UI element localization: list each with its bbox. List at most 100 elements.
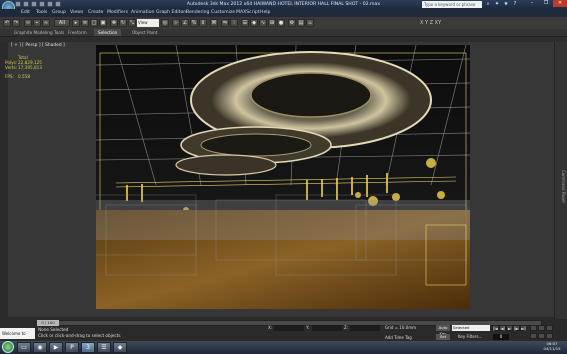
graphite-toggle-icon[interactable]: ◆: [250, 19, 258, 27]
taskbar-explorer-icon[interactable]: ☰: [97, 342, 111, 353]
clock-date: 04/11/15: [543, 345, 561, 351]
maximize-button[interactable]: ❐: [539, 0, 553, 7]
bind-space-warp-icon[interactable]: ≈: [42, 19, 50, 27]
field-of-view-icon[interactable]: [530, 333, 537, 339]
viewport-scene-render: [96, 45, 470, 309]
grid-size: Grid = 10.0mm: [385, 325, 416, 330]
schematic-view-icon[interactable]: ⊞: [268, 19, 276, 27]
render-production-icon[interactable]: ☕: [306, 19, 314, 27]
go-to-start-icon[interactable]: |◄: [492, 325, 499, 331]
menu-modifiers[interactable]: Modifiers: [107, 9, 128, 17]
curve-editor-icon[interactable]: ∿: [259, 19, 267, 27]
rectangular-selection-icon[interactable]: □: [90, 19, 98, 27]
add-time-tag[interactable]: Add Time Tag: [385, 335, 412, 340]
menu-create[interactable]: Create: [88, 9, 103, 17]
verts-value: 17,395,813: [18, 65, 42, 70]
snap-toggle-icon[interactable]: ⊹: [172, 19, 180, 27]
angle-snap-icon[interactable]: ∠: [181, 19, 189, 27]
move-icon[interactable]: ✥: [110, 19, 118, 27]
key-selection-dropdown[interactable]: Selected: [452, 325, 490, 331]
play-icon[interactable]: ►: [506, 325, 513, 331]
render-setup-icon[interactable]: ⚙: [288, 19, 296, 27]
menu-group[interactable]: Group: [52, 9, 66, 17]
system-clock[interactable]: 06:07 04/11/15: [538, 341, 566, 351]
tab-selection[interactable]: Selection: [94, 29, 122, 36]
reference-coordinate-dropdown[interactable]: View: [137, 19, 159, 27]
unlink-icon[interactable]: ⌁: [33, 19, 41, 27]
taskbar-app-icon[interactable]: ◆: [113, 342, 127, 353]
pan-icon[interactable]: [538, 333, 545, 339]
current-frame-field[interactable]: 0: [493, 334, 509, 340]
pivot-center-icon[interactable]: ◎: [161, 19, 169, 27]
taskbar-folder-icon[interactable]: ▭: [17, 342, 31, 353]
tab-freeform[interactable]: Freeform: [64, 29, 91, 36]
search-input[interactable]: Type a keyword or phrase: [422, 1, 482, 8]
y-coord-label: Y:: [306, 325, 310, 330]
zoom-all-icon[interactable]: [538, 325, 545, 331]
key-filters-button[interactable]: Key Filters...: [458, 334, 482, 339]
go-to-end-icon[interactable]: ►|: [520, 325, 527, 331]
auto-key-button[interactable]: Auto Key: [436, 325, 450, 336]
left-panel: [0, 42, 8, 319]
close-button[interactable]: ✕: [553, 0, 567, 7]
scale-icon[interactable]: ⤡: [128, 19, 136, 27]
layer-manager-icon[interactable]: ☰: [241, 19, 249, 27]
redo-tool-icon[interactable]: ↷: [12, 19, 20, 27]
menu-customize[interactable]: Customize: [211, 9, 235, 17]
taskbar-3dsmax-icon[interactable]: 3: [81, 342, 95, 353]
menu-views[interactable]: Views: [70, 9, 83, 17]
start-orb-icon[interactable]: [2, 341, 14, 353]
tab-object-paint[interactable]: Object Paint: [128, 29, 161, 36]
menu-bar: [0, 9, 567, 17]
set-key-button[interactable]: Set Key: [436, 334, 450, 345]
y-coord-field[interactable]: [312, 325, 342, 331]
select-by-name-icon[interactable]: ≡: [81, 19, 89, 27]
rendered-frame-window-icon[interactable]: ▤: [297, 19, 305, 27]
tab-graphite-modeling-tools[interactable]: Graphite Modeling Tools: [10, 29, 68, 36]
x-coord-field[interactable]: [274, 325, 304, 331]
menu-edit[interactable]: Edit: [21, 9, 30, 17]
selection-status: None Selected: [38, 327, 69, 332]
orbit-icon[interactable]: [546, 333, 553, 339]
zoom-icon[interactable]: [530, 325, 537, 331]
minimize-button[interactable]: –: [525, 0, 539, 7]
menu-graph-editors[interactable]: Graph Editors: [156, 9, 188, 17]
menu-tools[interactable]: Tools: [36, 9, 47, 17]
selection-filter-dropdown[interactable]: All: [54, 19, 70, 27]
time-slider-thumb[interactable]: 0 / 100: [37, 320, 59, 326]
spinner-snap-icon[interactable]: ⇕: [199, 19, 207, 27]
menu-animation[interactable]: Animation: [131, 9, 154, 17]
verts-label: Verts:: [5, 65, 18, 70]
menu-help[interactable]: Help: [260, 9, 270, 17]
help-icon[interactable]: ?: [511, 1, 519, 8]
rotate-icon[interactable]: ↻: [119, 19, 127, 27]
link-icon[interactable]: ∞: [24, 19, 32, 27]
select-object-icon[interactable]: ▸: [72, 19, 80, 27]
taskbar-photoshop-icon[interactable]: P: [65, 342, 79, 353]
next-frame-icon[interactable]: |►: [513, 325, 520, 331]
window-crossing-icon[interactable]: ▣: [99, 19, 107, 27]
taskbar-media-icon[interactable]: ▶: [49, 342, 63, 353]
undo-tool-icon[interactable]: ↶: [3, 19, 11, 27]
taskbar-browser-icon[interactable]: ◉: [33, 342, 47, 353]
z-coord-field[interactable]: [350, 325, 380, 331]
fps-value: 0.558: [18, 74, 30, 79]
percent-snap-icon[interactable]: %: [190, 19, 198, 27]
zoom-extents-icon[interactable]: [546, 325, 553, 331]
menu-rendering[interactable]: Rendering: [186, 9, 209, 17]
axis-constraints[interactable]: X Y Z XY: [420, 19, 441, 27]
viewport-label[interactable]: [ + ] [ Persp ] [ Shaded ]: [11, 43, 65, 48]
fps-label: FPS:: [5, 74, 15, 79]
prompt-line: Click or click-and-drag to select object…: [38, 333, 121, 338]
menu-maxscript[interactable]: MAXScript: [236, 9, 260, 17]
maxscript-listener[interactable]: Welcome to MAXScript.: [0, 328, 35, 347]
z-coord-label: Z:: [344, 325, 349, 330]
named-selection-icon[interactable]: ⌘: [210, 19, 218, 27]
communication-center-icon[interactable]: ★: [502, 1, 510, 8]
align-icon[interactable]: ⫶: [230, 19, 238, 27]
search-icon[interactable]: ⌕: [484, 1, 492, 8]
subscription-icon[interactable]: ✦: [493, 1, 501, 8]
previous-frame-icon[interactable]: ◄|: [499, 325, 506, 331]
material-editor-icon[interactable]: ●: [277, 19, 285, 27]
mirror-icon[interactable]: ⇋: [221, 19, 229, 27]
